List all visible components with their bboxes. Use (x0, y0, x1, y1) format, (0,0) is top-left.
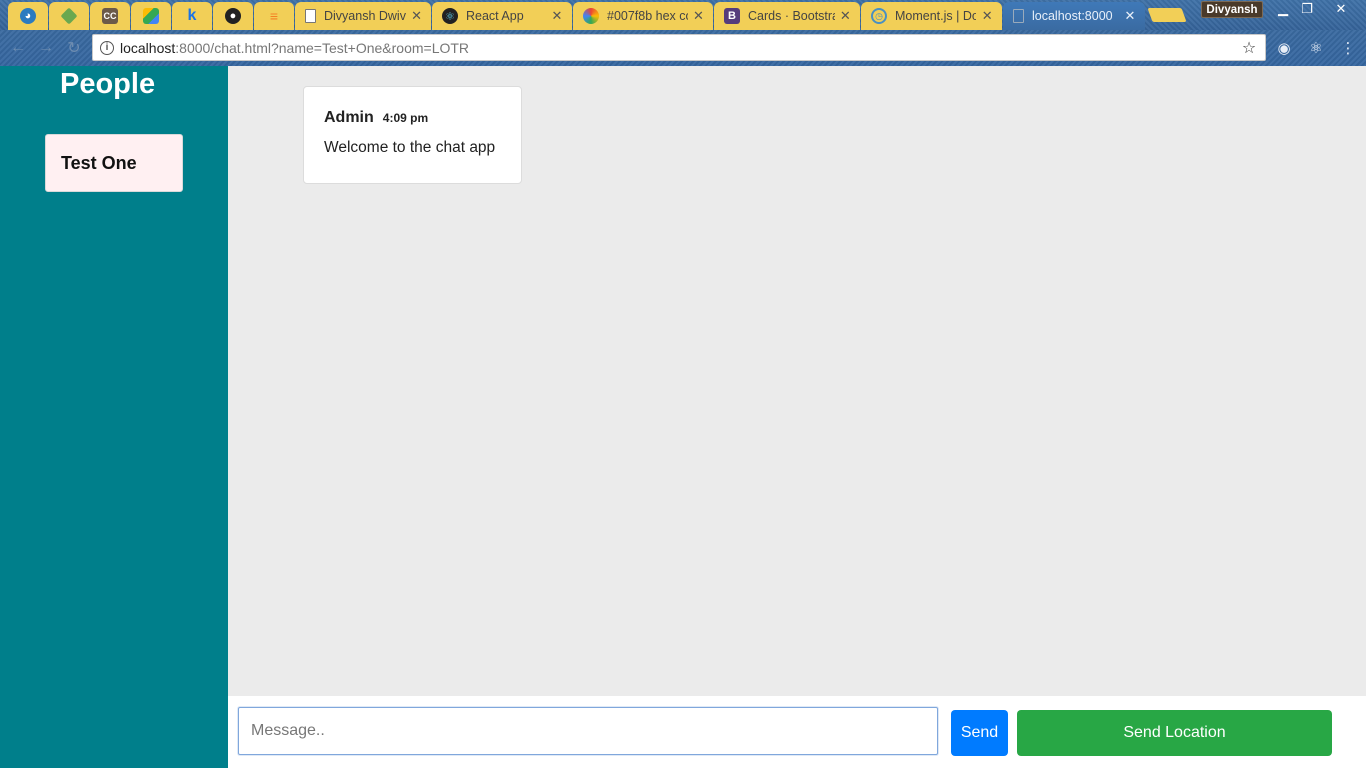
new-tab-button[interactable] (1147, 8, 1187, 22)
url-text[interactable]: localhost:8000/chat.html?name=Test+One&r… (120, 40, 1239, 56)
message-input[interactable] (238, 707, 938, 755)
message-card: Admin 4:09 pm Welcome to the chat app (303, 86, 522, 184)
person-card: Test One (45, 134, 183, 192)
send-button[interactable]: Send (951, 710, 1008, 756)
profile-button[interactable]: Divyansh (1201, 1, 1263, 18)
person-name: Test One (61, 152, 137, 173)
tab-label: #007f8b hex co (607, 9, 688, 23)
window-close-icon[interactable]: ✕ (1318, 0, 1364, 18)
tab-label: Divyansh Dwive (324, 9, 407, 23)
tab-bootstrap-cards[interactable]: B Cards · Bootstra ✕ (714, 2, 860, 30)
restore-icon[interactable]: ❐ (1294, 0, 1320, 18)
message-composer: Send Send Location (228, 696, 1366, 768)
info-icon[interactable]: i (100, 40, 114, 55)
drive-icon (143, 8, 159, 24)
page-icon (1013, 9, 1024, 23)
kitty-icon: ◕ (20, 8, 36, 24)
bookmark-star-icon[interactable]: ☆ (1239, 38, 1259, 58)
close-icon[interactable]: ✕ (839, 8, 852, 24)
tab-label: React App (466, 9, 524, 23)
stackoverflow-icon: ≡ (269, 8, 279, 24)
extension-react-devtools-icon[interactable]: ⚛ (1306, 38, 1326, 58)
close-icon[interactable]: ✕ (980, 8, 994, 24)
cc-icon: CC (102, 8, 118, 24)
send-location-button[interactable]: Send Location (1017, 710, 1332, 756)
pinned-tab-5[interactable]: k (172, 2, 212, 30)
chat-messages: Admin 4:09 pm Welcome to the chat app (228, 66, 1366, 696)
tab-divyansh[interactable]: Divyansh Dwive ✕ (295, 2, 431, 30)
close-icon[interactable]: ✕ (410, 8, 423, 24)
message-time: 4:09 pm (382, 111, 429, 125)
message-author: Admin (324, 109, 374, 126)
minimize-icon[interactable]: ▁ (1270, 0, 1296, 18)
close-icon[interactable]: ✕ (1123, 8, 1137, 24)
clock-icon: ◷ (871, 8, 887, 24)
tab-color-hex[interactable]: #007f8b hex co ✕ (573, 2, 713, 30)
message-text: Welcome to the chat app (324, 139, 496, 156)
message-header: Admin 4:09 pm (324, 109, 501, 127)
pinned-tab-2[interactable] (49, 2, 89, 30)
address-bar[interactable]: i localhost:8000/chat.html?name=Test+One… (92, 34, 1266, 61)
k-icon: k (187, 7, 197, 24)
tab-momentjs[interactable]: ◷ Moment.js | Do ✕ (861, 2, 1002, 30)
tab-react-app[interactable]: ⚛ React App ✕ (432, 2, 572, 30)
tab-label: Cards · Bootstra (748, 9, 835, 23)
pinned-tab-7[interactable]: ≡ (254, 2, 294, 30)
browser-titlebar: ◕ CC k ● ≡ Divyansh Dwive ✕ ⚛ React App … (0, 0, 1366, 30)
extension-opera-icon[interactable]: ◉ (1274, 38, 1294, 58)
pinned-tab-1[interactable]: ◕ (8, 2, 48, 30)
pinned-tab-3[interactable]: CC (90, 2, 130, 30)
react-icon: ⚛ (442, 8, 458, 24)
tab-label: localhost:8000 (1032, 9, 1113, 23)
colorhex-icon (583, 8, 599, 24)
reload-icon[interactable]: ↻ (64, 38, 84, 58)
pinned-tab-4[interactable] (131, 2, 171, 30)
bootstrap-icon: B (724, 8, 740, 24)
github-icon: ● (225, 8, 241, 24)
sidebar-title: People (60, 68, 156, 100)
pinned-tab-6[interactable]: ● (213, 2, 253, 30)
tab-label: Moment.js | Do (895, 9, 977, 23)
forward-arrow-icon[interactable]: → (36, 38, 56, 58)
document-icon (305, 9, 316, 23)
close-icon[interactable]: ✕ (550, 8, 564, 24)
menu-icon[interactable]: ⋮ (1338, 38, 1358, 58)
back-arrow-icon[interactable]: ← (8, 38, 28, 58)
nodejs-icon (60, 7, 78, 25)
people-sidebar: People Test One (0, 66, 228, 768)
tab-localhost[interactable]: localhost:8000 ✕ (1003, 2, 1145, 30)
close-icon[interactable]: ✕ (692, 8, 705, 24)
